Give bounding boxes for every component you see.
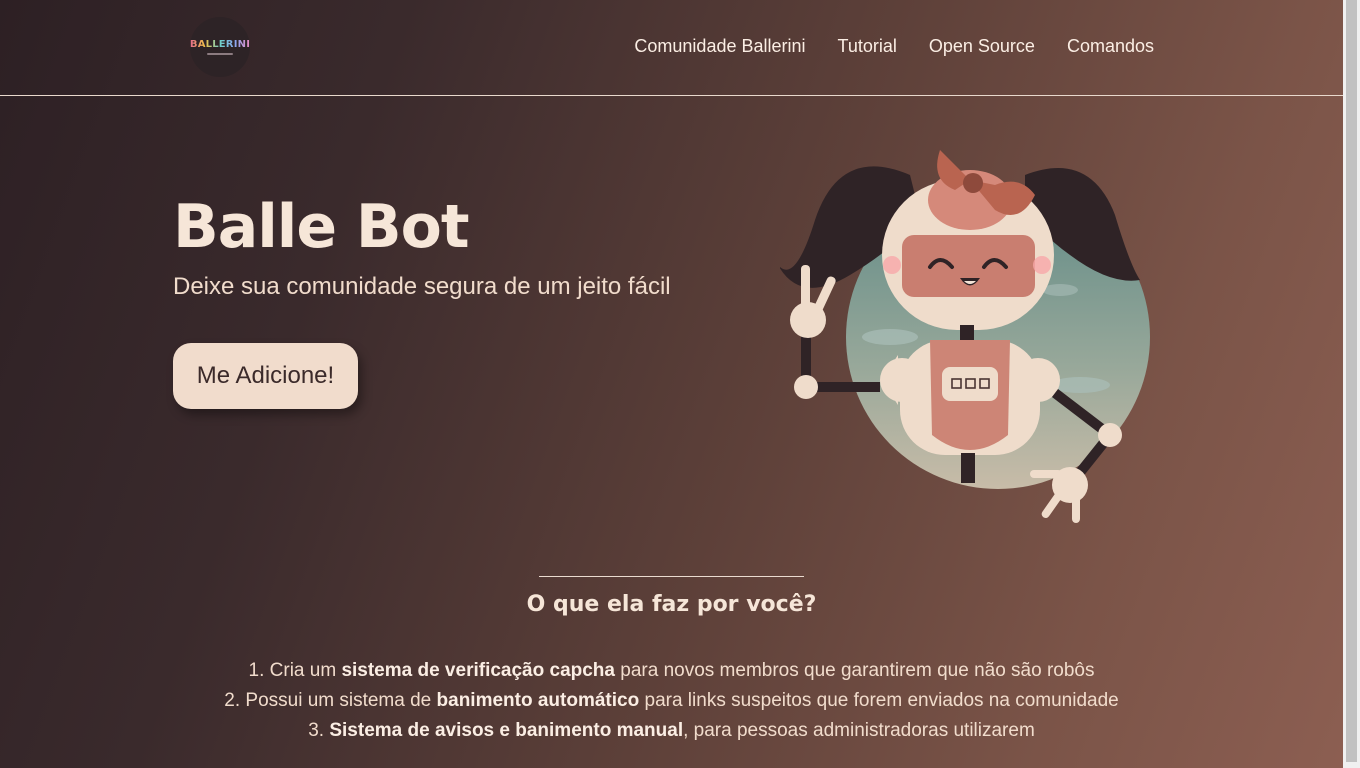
scrollbar-thumb[interactable] (1346, 0, 1357, 762)
logo-underline (207, 53, 233, 55)
navbar: BALLERINI Comunidade Ballerini Tutorial … (0, 0, 1343, 96)
nav-link-comandos[interactable]: Comandos (1067, 36, 1154, 57)
nav-link-tutorial[interactable]: Tutorial (838, 36, 897, 57)
feature-number: 1. (248, 660, 265, 681)
feature-text-bold: sistema de verificação capcha (341, 660, 615, 681)
nav-link-comunidade[interactable]: Comunidade Ballerini (634, 36, 805, 57)
feature-text-bold: banimento automático (436, 690, 640, 711)
feature-text-bold: Sistema de avisos e banimento manual (329, 720, 684, 741)
feature-text-post: , para pessoas administradoras utilizare… (683, 720, 1035, 741)
feature-number: 3. (308, 720, 325, 741)
page: BALLERINI Comunidade Ballerini Tutorial … (0, 0, 1343, 768)
hero-subtitle: Deixe sua comunidade segura de um jeito … (173, 273, 671, 300)
section-divider (539, 576, 804, 577)
section-title: O que ela faz por você? (526, 592, 817, 617)
vertical-scrollbar[interactable] (1343, 0, 1360, 768)
feature-item: 3. Sistema de avisos e banimento manual,… (0, 716, 1343, 746)
feature-text-pre: Cria um (269, 660, 342, 681)
feature-number: 2. (224, 690, 241, 711)
logo-text: BALLERINI (189, 39, 251, 50)
feature-text-post: para links suspeitos que forem enviados … (639, 690, 1119, 711)
ballerini-logo[interactable]: BALLERINI (190, 17, 250, 77)
nav-link-open-source[interactable]: Open Source (929, 36, 1035, 57)
add-bot-button[interactable]: Me Adicione! (173, 343, 358, 409)
hero-title: Balle Bot (173, 192, 470, 262)
features-list: 1. Cria um sistema de verificação capcha… (0, 656, 1343, 746)
nav-links: Comunidade Ballerini Tutorial Open Sourc… (634, 36, 1154, 57)
feature-item: 2. Possui um sistema de banimento automá… (0, 686, 1343, 716)
feature-text-post: para novos membros que garantirem que nã… (614, 660, 1095, 681)
feature-item: 1. Cria um sistema de verificação capcha… (0, 656, 1343, 686)
robot-illustration (780, 150, 1150, 523)
feature-text-pre: Possui um sistema de (245, 690, 437, 711)
